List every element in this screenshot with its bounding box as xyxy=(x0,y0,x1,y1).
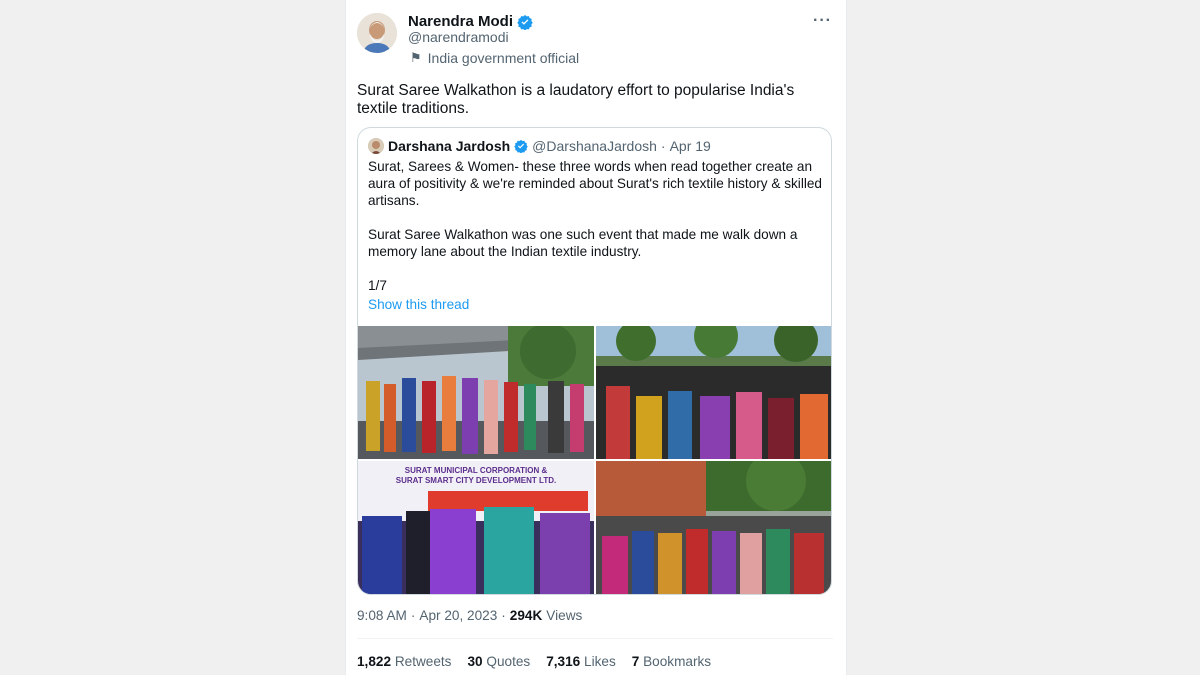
author-avatar[interactable] xyxy=(357,13,397,53)
stat-label: Likes xyxy=(584,654,616,669)
views-label: Views xyxy=(546,608,583,623)
tweet-meta: 9:08 AM · Apr 20, 2023 · 294K Views xyxy=(357,608,582,623)
author-handle[interactable]: @narendramodi xyxy=(408,29,509,45)
photo-crowd-selfie[interactable] xyxy=(596,326,831,459)
affiliation-label: ⚑ India government official xyxy=(410,50,579,66)
verified-badge-icon xyxy=(517,14,533,30)
tweet-date[interactable]: Apr 20, 2023 xyxy=(419,608,497,623)
stat-likes[interactable]: 7,316 Likes xyxy=(546,654,616,669)
more-options-icon[interactable]: ··· xyxy=(813,12,832,30)
quote-author-handle: @DarshanaJardosh xyxy=(532,138,657,154)
tweet-time[interactable]: 9:08 AM xyxy=(357,608,407,623)
tweet-text: Surat Saree Walkathon is a laudatory eff… xyxy=(357,82,795,117)
stat-count: 1,822 xyxy=(357,654,392,669)
quote-paragraph: Surat Saree Walkathon was one such event… xyxy=(368,227,798,259)
verified-badge-icon xyxy=(514,139,528,153)
engagement-stats: 1,822 Retweets 30 Quotes 7,316 Likes 7 B… xyxy=(357,654,711,669)
stat-bookmarks[interactable]: 7 Bookmarks xyxy=(632,654,711,669)
photo-walkathon-street[interactable] xyxy=(358,326,594,459)
banner-line-2: SURAT SMART CITY DEVELOPMENT LTD. xyxy=(396,476,556,485)
divider xyxy=(357,638,833,639)
quote-paragraph: Surat, Sarees & Women- these three words… xyxy=(368,159,822,208)
quote-author-avatar xyxy=(368,138,384,154)
quote-paragraph: 1/7 xyxy=(368,278,387,293)
meta-separator: · xyxy=(501,608,506,623)
author-name[interactable]: Narendra Modi xyxy=(408,13,513,30)
tweet-card: Narendra Modi @narendramodi ⚑ India gove… xyxy=(345,0,847,675)
stat-count: 7,316 xyxy=(546,654,581,669)
stat-label: Retweets xyxy=(394,654,452,669)
photo-banner-group[interactable]: SURAT MUNICIPAL CORPORATION & SURAT SMAR… xyxy=(358,461,594,594)
stat-label: Bookmarks xyxy=(643,654,712,669)
quote-separator: · xyxy=(660,138,666,154)
affiliation-text: India government official xyxy=(427,50,580,66)
photo-grid: SURAT MUNICIPAL CORPORATION & SURAT SMAR… xyxy=(358,326,831,594)
meta-separator: · xyxy=(410,608,416,623)
quote-author-name: Darshana Jardosh xyxy=(388,138,511,154)
quote-date: Apr 19 xyxy=(669,138,711,154)
views-count: 294K xyxy=(509,608,543,623)
stat-label: Quotes xyxy=(486,654,531,669)
quote-text: Surat, Sarees & Women- these three words… xyxy=(368,158,823,294)
flag-icon: ⚑ xyxy=(410,50,422,65)
stat-count: 30 xyxy=(467,654,483,669)
quoted-tweet[interactable]: Darshana Jardosh @DarshanaJardosh · Apr … xyxy=(357,127,832,595)
stat-quotes[interactable]: 30 Quotes xyxy=(467,654,530,669)
show-thread-link[interactable]: Show this thread xyxy=(368,297,469,312)
photo-large-crowd[interactable] xyxy=(596,461,831,594)
stat-retweets[interactable]: 1,822 Retweets xyxy=(357,654,451,669)
stat-count: 7 xyxy=(631,654,640,669)
banner-line-1: SURAT MUNICIPAL CORPORATION & xyxy=(405,466,548,475)
